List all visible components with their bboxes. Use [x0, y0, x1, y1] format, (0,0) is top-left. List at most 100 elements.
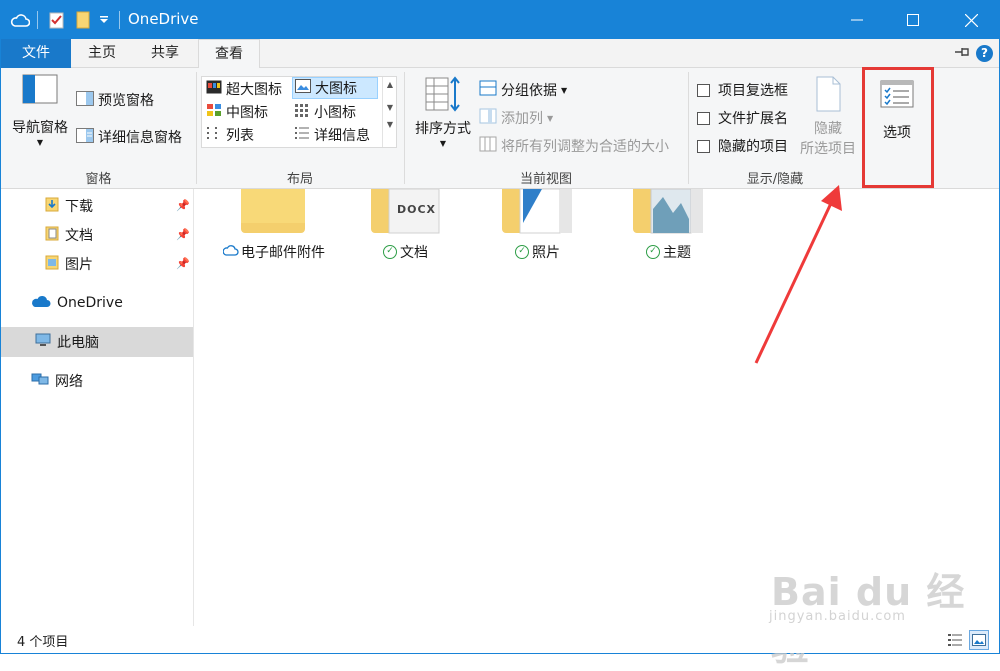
details-pane-button[interactable]: 详细信息窗格	[76, 127, 182, 147]
nav-pane-button[interactable]: 导航窗格 ▼	[9, 74, 71, 147]
layout-item-label: 小图标	[314, 105, 356, 121]
layout-item-label: 大图标	[315, 81, 357, 97]
close-button[interactable]	[943, 1, 999, 39]
hidden-items-toggle[interactable]: 隐藏的项目	[697, 136, 788, 156]
tab-view[interactable]: 查看	[198, 39, 260, 69]
onedrive-cloud-icon	[9, 10, 31, 30]
folder-label-themes[interactable]: ✓ 主题	[646, 242, 691, 262]
tab-home[interactable]: 主页	[71, 39, 133, 68]
group-by-icon	[479, 80, 497, 100]
hide-selected-label-line2: 所选项目	[800, 141, 856, 157]
add-column-label: 添加列	[501, 111, 543, 127]
layout-medium-icons[interactable]: 中图标	[206, 101, 290, 123]
pin-icon[interactable]: 📌	[176, 257, 190, 270]
tab-share[interactable]: 共享	[133, 39, 197, 68]
layout-item-label: 详细信息	[314, 128, 370, 144]
layout-extra-large-icons[interactable]: 超大图标	[206, 78, 290, 100]
options-highlight-box	[862, 67, 934, 188]
gallery-expand-icon[interactable]: ▼	[383, 120, 397, 129]
title-bar: OneDrive	[1, 1, 999, 39]
file-extensions-toggle[interactable]: 文件扩展名	[697, 108, 788, 128]
downloads-folder-icon	[45, 196, 59, 216]
nav-pane-label: 导航窗格	[12, 120, 68, 136]
sort-by-icon	[423, 74, 463, 118]
item-checkboxes-label: 项目复选框	[718, 83, 788, 99]
preview-pane-icon	[76, 90, 94, 110]
gallery-scroll-down-icon[interactable]: ▼	[383, 103, 397, 112]
folder-icon	[502, 189, 572, 234]
folder-name: 照片	[532, 245, 560, 261]
customize-quick-access-icon[interactable]	[96, 10, 112, 30]
nav-item-onedrive[interactable]: OneDrive	[1, 288, 193, 318]
sort-by-button[interactable]: 排序方式 ▼	[412, 74, 474, 148]
layout-large-icons[interactable]: 大图标	[292, 77, 378, 99]
sort-by-label: 排序方式	[415, 121, 471, 137]
hide-selected-button[interactable]: 隐藏 所选项目	[797, 76, 859, 158]
file-extensions-label: 文件扩展名	[718, 111, 788, 127]
details-view-toggle[interactable]	[945, 630, 965, 650]
group-label-current-view: 当前视图	[519, 172, 572, 187]
baidu-watermark-url: jingyan.baidu.com	[769, 609, 906, 624]
minimize-button[interactable]	[829, 1, 885, 39]
tab-file[interactable]: 文件	[1, 39, 71, 68]
folder-label-documents[interactable]: ✓ 文档	[383, 242, 428, 262]
layout-list[interactable]: 列表	[206, 124, 290, 146]
title-separator	[119, 11, 120, 29]
pin-icon[interactable]: 📌	[176, 199, 190, 212]
group-label-layout: 布局	[286, 172, 313, 187]
folder-name: 电子邮件附件	[241, 245, 325, 261]
large-icons-view-toggle[interactable]	[969, 630, 989, 650]
pin-icon[interactable]: 📌	[176, 228, 190, 241]
folder-name: 文档	[400, 245, 428, 261]
folder-label-photos[interactable]: ✓ 照片	[515, 242, 560, 262]
dropdown-arrow-icon: ▼	[561, 85, 568, 95]
nav-item-label: 图片	[65, 257, 93, 273]
folder-name: 主题	[663, 245, 691, 261]
group-by-button[interactable]: 分组依据 ▼	[479, 80, 567, 100]
hidden-items-checkbox[interactable]	[697, 139, 710, 153]
nav-pane-icon	[22, 74, 58, 108]
onedrive-icon	[31, 295, 51, 312]
folder-label-email-attachments[interactable]: 电子邮件附件	[222, 242, 325, 262]
pictures-folder-icon	[45, 254, 59, 274]
nav-item-documents[interactable]: 文档 📌	[1, 220, 193, 250]
properties-icon[interactable]	[47, 10, 67, 30]
synced-check-icon: ✓	[383, 245, 397, 259]
help-icon[interactable]: ?	[976, 45, 993, 62]
layout-details[interactable]: 详细信息	[294, 124, 380, 146]
nav-item-label: 文档	[65, 228, 93, 244]
item-checkboxes-checkbox[interactable]	[697, 83, 710, 97]
nav-item-downloads[interactable]: 下载 📌	[1, 191, 193, 221]
gallery-scrollbar[interactable]: ▲ ▼ ▼	[382, 77, 397, 147]
details-pane-icon	[76, 127, 94, 147]
folder-icon	[633, 189, 703, 234]
layout-small-icons[interactable]: 小图标	[294, 101, 378, 123]
nav-item-this-pc[interactable]: 此电脑	[1, 327, 193, 357]
preview-pane-label: 预览窗格	[98, 93, 154, 109]
small-icons-icon	[294, 103, 310, 121]
folder-icon	[241, 189, 305, 233]
cloud-status-icon	[222, 244, 239, 260]
extra-large-icons-icon	[206, 80, 222, 98]
docx-badge: DOCX	[397, 203, 437, 216]
dropdown-arrow-icon: ▼	[36, 138, 44, 147]
file-extensions-checkbox[interactable]	[697, 111, 710, 125]
maximize-button[interactable]	[885, 1, 941, 39]
new-folder-icon[interactable]	[73, 10, 93, 30]
ribbon-panel: 导航窗格 ▼ 预览窗格 详细信息窗格 窗格 超大图标 大图标 中图标 小图标 列…	[1, 68, 999, 189]
layout-item-label: 中图标	[226, 105, 268, 121]
gallery-scroll-up-icon[interactable]: ▲	[383, 80, 397, 89]
nav-item-pictures[interactable]: 图片 📌	[1, 249, 193, 279]
nav-item-network[interactable]: 网络	[1, 366, 193, 396]
item-checkboxes-toggle[interactable]: 项目复选框	[697, 80, 788, 100]
preview-pane-button[interactable]: 预览窗格	[76, 90, 154, 110]
medium-icons-icon	[206, 103, 222, 121]
documents-folder-icon	[45, 225, 59, 245]
group-by-label: 分组依据	[501, 83, 557, 99]
fit-columns-button[interactable]: 将所有列调整为合适的大小	[479, 136, 669, 156]
status-bar: 4 个项目	[1, 626, 999, 653]
add-column-button[interactable]: 添加列 ▼	[479, 108, 553, 128]
navigation-pane: 下载 📌 文档 📌 图片 📌 OneDrive 此电脑 网络	[1, 189, 194, 626]
nav-item-label: 网络	[55, 374, 83, 390]
pin-ribbon-icon[interactable]	[954, 46, 970, 62]
